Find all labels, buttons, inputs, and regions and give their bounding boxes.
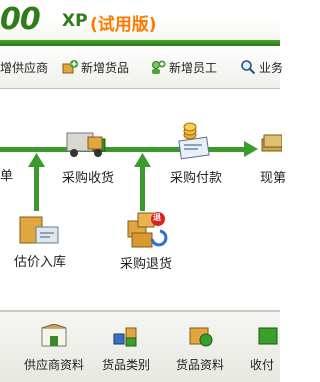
- toolbar-label-add-employee: 新增员工: [169, 60, 218, 75]
- flow-arrow-up-icon: [134, 153, 151, 167]
- node-purchase-receive[interactable]: 采购收货: [62, 127, 118, 186]
- toolbar-business[interactable]: 业务: [240, 58, 283, 76]
- bottom-item-payment[interactable]: 收付: [250, 324, 280, 373]
- goods-info-icon: [189, 327, 213, 347]
- payment-invoice-icon: [178, 122, 210, 160]
- toolbar-add-employee[interactable]: 新增员工: [150, 58, 217, 76]
- node-label-left-partial: 单: [0, 169, 14, 184]
- bottom-label-goods-info: 货品资料: [175, 358, 224, 372]
- bottom-quicklinks: 供应商资料 货品类别 货品资料 收付: [0, 310, 280, 382]
- flow-line-return: [140, 165, 145, 211]
- app-banner: 00 XP (试用版): [0, 0, 280, 46]
- toolbar-label-add-supplier: 增供应商: [0, 60, 49, 75]
- quick-toolbar: 增供应商 新增货品 新增员工 业务: [0, 46, 283, 89]
- node-label-purchase-return: 采购退货: [120, 257, 173, 272]
- toolbar-add-supplier[interactable]: 增供应商: [0, 58, 48, 76]
- brand-number: 00: [0, 2, 41, 37]
- add-goods-icon: [62, 60, 78, 74]
- node-label-purchase-receive: 采购收货: [62, 171, 115, 186]
- node-label-estimate-stockin: 估价入库: [14, 255, 67, 270]
- node-label-purchase-payment: 采购付款: [170, 171, 223, 186]
- node-purchase-payment[interactable]: 采购付款: [168, 121, 224, 186]
- return-badge: 退: [153, 213, 161, 222]
- add-employee-icon: [152, 60, 166, 74]
- flow-line-estimate: [34, 165, 39, 211]
- node-right-partial[interactable]: 现第: [258, 133, 286, 189]
- payment-icon: [258, 327, 278, 345]
- toolbar-label-business: 业务: [259, 60, 284, 75]
- node-purchase-return[interactable]: 退 采购退货: [118, 209, 180, 275]
- node-label-right-partial: 现第: [260, 171, 287, 186]
- search-icon: [241, 60, 256, 75]
- flow-arrow-up-icon: [28, 153, 45, 167]
- bottom-item-goods-category[interactable]: 货品类别: [96, 324, 156, 373]
- brand-edition: (试用版): [90, 15, 157, 35]
- return-goods-icon: [127, 212, 168, 248]
- flow-arrow-right-icon: [244, 141, 258, 157]
- bottom-label-supplier-info: 供应商资料: [23, 358, 84, 372]
- bottom-label-goods-category: 货品类别: [101, 358, 150, 372]
- bottom-item-goods-info[interactable]: 货品资料: [170, 324, 230, 373]
- delivery-truck-icon: [66, 132, 106, 157]
- toolbar-label-add-goods: 新增货品: [81, 60, 130, 75]
- cash-icon: [261, 134, 282, 152]
- goods-category-icon: [113, 327, 137, 347]
- toolbar-add-goods[interactable]: 新增货品: [62, 58, 129, 76]
- stockin-box-icon: [19, 216, 59, 244]
- bottom-label-payment: 收付: [250, 358, 275, 372]
- bottom-item-supplier-info[interactable]: 供应商资料: [22, 323, 86, 373]
- supplier-info-icon: [41, 323, 67, 347]
- node-estimate-stockin[interactable]: 估价入库: [12, 213, 72, 273]
- workflow-panel: 单 采购收货 采购付款 现第 估价入库 退 采购退货: [0, 89, 286, 309]
- brand-xp: XP: [62, 11, 88, 31]
